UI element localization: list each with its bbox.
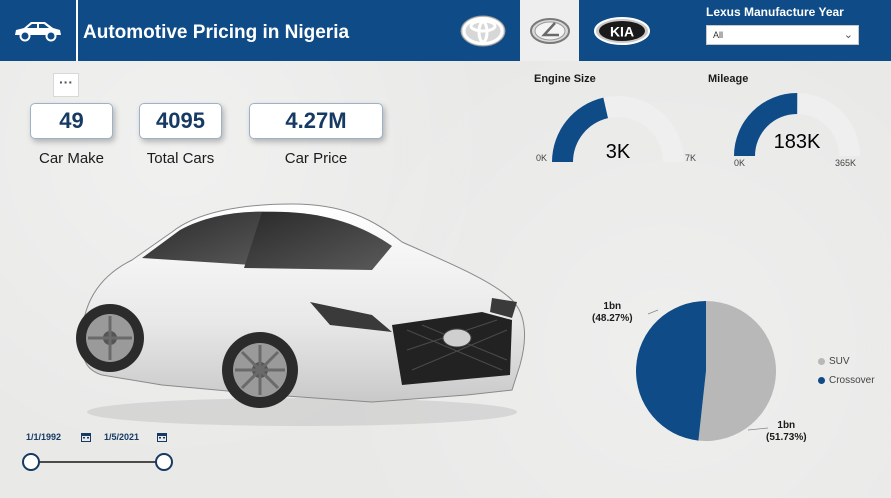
manufacture-year-value: All [713,30,724,40]
date-start: 1/1/1992 [26,432,62,442]
legend-dot-crossover [818,377,825,384]
calendar-icon[interactable] [157,432,167,442]
pie-slice-suv[interactable] [698,301,776,441]
kpi-label-total-cars: Total Cars [146,150,215,167]
mileage-title: Mileage [708,73,749,85]
legend-label-suv: SUV [829,356,850,367]
pie-chart [635,301,776,441]
mileage-gauge: 183K 0K 365K [734,93,860,168]
crossover-data-label: 1bn (48.27%) [592,301,633,325]
legend-label-crossover: Crossover [829,375,875,386]
crossover-value-label: 1bn [603,301,622,312]
mileage-max: 365K [835,158,856,168]
toyota-logo-icon [460,15,506,46]
legend-dot-suv [818,358,825,365]
engine-size-gauge-fill [552,97,608,162]
pie-leader-lines [647,309,769,431]
lexus-logo-icon [529,17,570,44]
manufacture-year-label: Lexus Manufacture Year [706,5,844,19]
lexus-brand-button[interactable] [520,0,579,61]
kpi-label-car-price: Car Price [284,150,348,167]
home-button[interactable] [0,0,78,61]
suv-value-label: 1bn [777,420,796,431]
car-icon [15,21,61,41]
suv-data-label: 1bn (51.73%) [766,420,807,444]
kia-brand-button[interactable]: KIA [586,0,658,61]
legend-item-suv[interactable]: SUV [818,356,850,367]
mileage-value: 183K [774,131,821,153]
engine-size-max: 7K [685,153,696,163]
date-start-handle[interactable] [22,453,40,471]
kpi-label-car-make: Car Make [38,150,105,167]
lexus-car-image [76,203,525,426]
calendar-icon[interactable] [81,432,91,442]
kpi-card-total-cars: 4095 [139,103,222,139]
pie-slice-crossover[interactable] [635,301,706,441]
engine-size-min: 0K [536,153,547,163]
kpi-value-car-price: 4.27M [285,108,347,133]
kpi-card-car-make: 49 [30,103,113,139]
engine-size-value: 3K [606,141,631,163]
suv-percent-label: (51.73%) [766,432,807,443]
page-title: Automotive Pricing in Nigeria [83,22,350,43]
date-end-handle[interactable] [155,453,173,471]
crossover-percent-label: (48.27%) [592,313,633,324]
toyota-brand-button[interactable] [449,0,517,61]
kpi-value-car-make: 49 [59,108,84,133]
chevron-down-icon: ⌄ [843,29,853,41]
engine-size-title: Engine Size [534,73,596,85]
engine-size-gauge: 3K 0K 7K [536,96,696,163]
legend-item-crossover[interactable]: Crossover [818,375,875,386]
more-options-button[interactable]: ··· [53,73,79,97]
mileage-min: 0K [734,158,745,168]
kpi-card-car-price: 4.27M [249,103,383,139]
kia-logo-text: KIA [610,23,634,39]
kpi-value-total-cars: 4095 [156,108,205,133]
date-end: 1/5/2021 [104,432,140,442]
kia-logo-icon: KIA [594,16,650,45]
manufacture-year-dropdown[interactable]: All ⌄ [706,25,859,45]
date-range-track [31,461,164,463]
